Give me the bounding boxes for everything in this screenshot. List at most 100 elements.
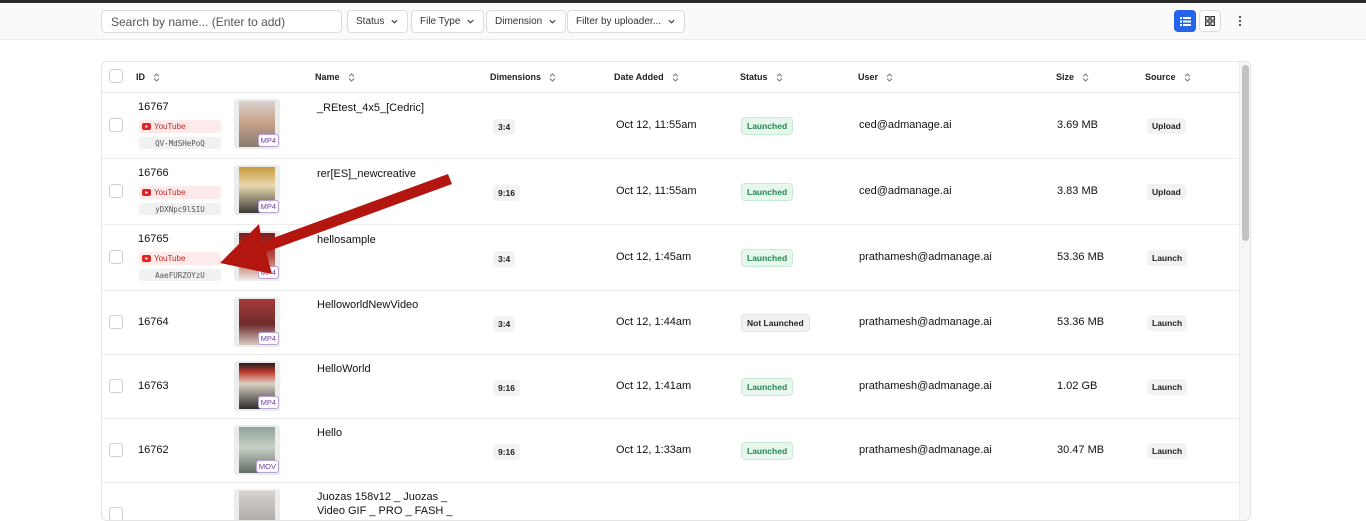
- status-filter-label: Status: [356, 16, 385, 27]
- dimension-badge: 9:16: [493, 185, 521, 201]
- column-header-source[interactable]: Source: [1145, 72, 1191, 82]
- table-row[interactable]: 16762 MOV Hello 9:16 Oct 12, 1:33am Laun…: [102, 419, 1239, 483]
- status-badge: Launched: [741, 442, 794, 460]
- row-user: prathamesh@admanage.ai: [859, 316, 992, 328]
- file-type-badge: MP4: [257, 200, 279, 213]
- row-id: 16764: [138, 316, 169, 328]
- table-row[interactable]: 16767 YouTube QV-MdSHePoQ MP4 _REtest_4x…: [102, 93, 1239, 159]
- file-type-badge: MOV: [255, 460, 279, 473]
- youtube-icon: [142, 189, 151, 196]
- file-type-filter-label: File Type: [420, 16, 461, 27]
- row-id: 16766: [138, 167, 169, 179]
- row-checkbox[interactable]: [109, 379, 123, 393]
- scrollbar-thumb[interactable]: [1242, 65, 1249, 241]
- more-options-button[interactable]: [1230, 10, 1250, 32]
- file-type-badge: MP4: [257, 396, 279, 409]
- row-id: 16767: [138, 101, 169, 113]
- row-id: 16763: [138, 380, 169, 392]
- table-row[interactable]: 16765 YouTube AaeFURZOYzU MP4 hellosampl…: [102, 225, 1239, 291]
- row-name: HelloWorld: [317, 363, 371, 375]
- sort-icon: [1184, 72, 1190, 82]
- row-date: Oct 12, 1:44am: [616, 316, 692, 328]
- row-user: ced@admanage.ai: [859, 119, 952, 131]
- youtube-badge[interactable]: YouTube: [139, 186, 221, 199]
- table-row[interactable]: Juozas 158v12 _ Juozas _ Video GIF _ PRO…: [102, 483, 1239, 520]
- chevron-down-icon: [467, 19, 475, 24]
- table-row[interactable]: 16764 MP4 HelloworldNewVideo 3:4 Oct 12,…: [102, 291, 1239, 355]
- video-thumbnail[interactable]: MP4: [234, 165, 280, 215]
- status-badge: Launched: [741, 183, 794, 201]
- dimension-badge: 9:16: [493, 380, 521, 396]
- dimension-badge: 3:4: [493, 119, 516, 135]
- row-checkbox[interactable]: [109, 118, 123, 132]
- file-type-filter-dropdown[interactable]: File Type: [411, 10, 485, 33]
- source-badge: Launch: [1147, 379, 1188, 395]
- vertical-scrollbar[interactable]: [1239, 62, 1250, 520]
- video-thumbnail[interactable]: MOV: [234, 425, 280, 475]
- filter-toolbar: Status File Type Dimension Filter by upl…: [0, 3, 1366, 40]
- row-date: Oct 12, 11:55am: [616, 119, 697, 131]
- column-header-name[interactable]: Name: [315, 72, 355, 82]
- youtube-video-id[interactable]: yDXNpc9lSIU: [139, 203, 221, 215]
- source-badge: Upload: [1147, 118, 1186, 134]
- column-header-user[interactable]: User: [858, 72, 893, 82]
- video-thumbnail[interactable]: MP4: [234, 99, 280, 149]
- column-header-date-added[interactable]: Date Added: [614, 72, 679, 82]
- sort-icon: [549, 72, 556, 82]
- status-badge: Not Launched: [741, 314, 810, 332]
- row-date: Oct 12, 1:33am: [616, 444, 692, 456]
- youtube-badge[interactable]: YouTube: [139, 120, 221, 133]
- video-thumbnail[interactable]: MP4: [234, 231, 280, 281]
- sort-icon: [348, 72, 354, 82]
- search-input[interactable]: [101, 10, 342, 33]
- table-header: ID Name Dimensions Date Added Status Use…: [102, 62, 1250, 93]
- grid-view-button[interactable]: [1199, 10, 1221, 32]
- row-name: Juozas 158v12 _ Juozas _ Video GIF _ PRO…: [317, 491, 453, 520]
- video-thumbnail[interactable]: MP4: [234, 361, 280, 411]
- column-header-id[interactable]: ID: [136, 72, 160, 82]
- youtube-video-id[interactable]: AaeFURZOYzU: [139, 269, 221, 281]
- row-name: HelloworldNewVideo: [317, 299, 419, 311]
- video-thumbnail[interactable]: [234, 489, 280, 520]
- video-thumbnail[interactable]: MP4: [234, 297, 280, 347]
- youtube-video-id[interactable]: QV-MdSHePoQ: [139, 137, 221, 149]
- source-badge: Launch: [1147, 250, 1188, 266]
- row-name: hellosample: [317, 234, 376, 246]
- row-name: rer[ES]_newcreative: [317, 168, 417, 180]
- file-type-badge: MP4: [257, 266, 279, 279]
- row-date: Oct 12, 11:55am: [616, 185, 697, 197]
- uploader-filter-dropdown[interactable]: Filter by uploader...: [567, 10, 686, 33]
- row-user: prathamesh@admanage.ai: [859, 444, 992, 456]
- list-icon: [1179, 16, 1191, 26]
- row-user: prathamesh@admanage.ai: [859, 251, 992, 263]
- select-all-checkbox[interactable]: [109, 69, 123, 83]
- column-header-status[interactable]: Status: [740, 72, 783, 82]
- grid-icon: [1205, 16, 1215, 26]
- row-date: Oct 12, 1:41am: [616, 380, 692, 392]
- row-size: 3.69 MB: [1057, 119, 1098, 131]
- row-checkbox[interactable]: [109, 315, 123, 329]
- column-header-dimensions[interactable]: Dimensions: [490, 72, 556, 82]
- row-checkbox[interactable]: [109, 250, 123, 264]
- row-checkbox[interactable]: [109, 184, 123, 198]
- sort-icon: [153, 72, 160, 82]
- table-row[interactable]: 16763 MP4 HelloWorld 9:16 Oct 12, 1:41am…: [102, 355, 1239, 419]
- list-view-button[interactable]: [1174, 10, 1196, 32]
- table-row[interactable]: 16766 YouTube yDXNpc9lSIU MP4 rer[ES]_ne…: [102, 159, 1239, 225]
- row-user: ced@admanage.ai: [859, 185, 952, 197]
- row-date: Oct 12, 1:45am: [616, 251, 692, 263]
- status-badge: Launched: [741, 249, 794, 267]
- youtube-badge[interactable]: YouTube: [139, 252, 221, 265]
- media-table: ID Name Dimensions Date Added Status Use…: [101, 61, 1251, 521]
- row-size: 30.47 MB: [1057, 444, 1105, 456]
- source-badge: Launch: [1147, 315, 1188, 331]
- status-filter-dropdown[interactable]: Status: [347, 10, 409, 33]
- dimension-badge: 3:4: [493, 316, 516, 332]
- row-checkbox[interactable]: [109, 507, 123, 520]
- dimension-filter-dropdown[interactable]: Dimension: [486, 10, 567, 33]
- row-size: 53.36 MB: [1057, 316, 1105, 328]
- kebab-menu-icon: [1238, 15, 1242, 27]
- row-checkbox[interactable]: [109, 443, 123, 457]
- source-badge: Launch: [1147, 443, 1188, 459]
- column-header-size[interactable]: Size: [1056, 72, 1089, 82]
